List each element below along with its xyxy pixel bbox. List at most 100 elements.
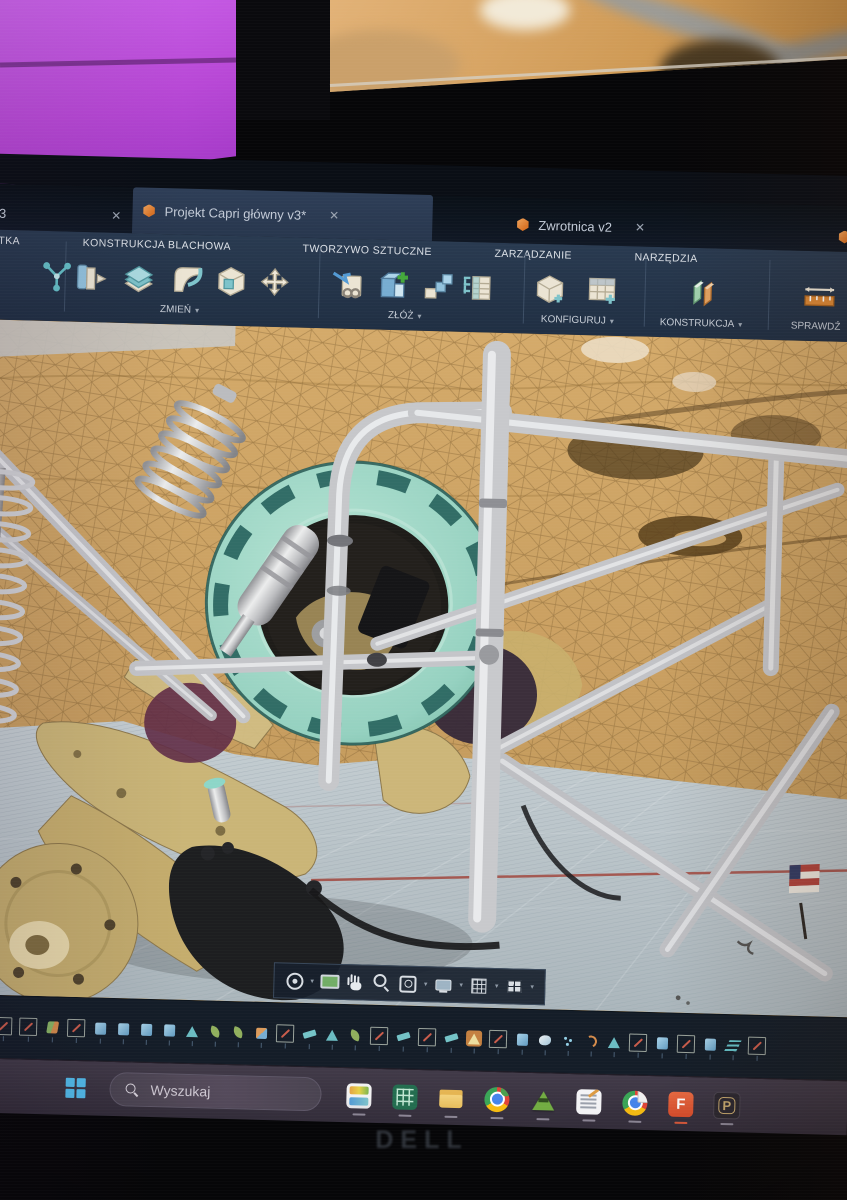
tab-label: v3 bbox=[0, 205, 6, 220]
body-feature[interactable] bbox=[654, 1035, 670, 1051]
body-feature[interactable] bbox=[138, 1022, 154, 1038]
orbit-icon[interactable] bbox=[283, 969, 306, 992]
clay-feature[interactable] bbox=[537, 1032, 553, 1048]
taskbar-calculator-icon[interactable] bbox=[391, 1083, 419, 1111]
sketch-feature[interactable] bbox=[276, 1024, 294, 1042]
ribbon-tab-siatka[interactable]: ATKA bbox=[0, 235, 20, 248]
leaf-feature[interactable] bbox=[207, 1023, 223, 1039]
pan-hand-icon[interactable] bbox=[345, 971, 368, 994]
render-highlight bbox=[480, 0, 570, 30]
sketch-feature[interactable] bbox=[67, 1019, 85, 1037]
close-icon[interactable]: ✕ bbox=[111, 209, 121, 223]
zloz-dropdown[interactable]: ZŁÓŻ▾ bbox=[388, 310, 422, 322]
step-tool-icon[interactable] bbox=[418, 265, 459, 308]
sketch-feature[interactable] bbox=[19, 1018, 37, 1036]
taskbar-file-explorer-icon[interactable] bbox=[437, 1084, 465, 1112]
add-body-tool-icon[interactable] bbox=[374, 264, 415, 307]
konfiguruj-dropdown[interactable]: KONFIGURUJ▾ bbox=[541, 314, 614, 327]
look-at-icon[interactable] bbox=[319, 970, 342, 993]
konstrukcja-dropdown[interactable]: KONSTRUKCJA▾ bbox=[660, 317, 743, 330]
dots-feature[interactable] bbox=[560, 1033, 576, 1049]
layered-sheet-tool-icon[interactable] bbox=[118, 257, 159, 300]
bom-table-tool-icon[interactable] bbox=[456, 266, 497, 309]
slab-feature[interactable] bbox=[395, 1028, 411, 1044]
ribbon-separator bbox=[644, 257, 647, 327]
configure-table-tool-icon[interactable] bbox=[582, 269, 623, 312]
construction-panels-tool-icon[interactable] bbox=[684, 272, 725, 315]
document-cube-icon bbox=[838, 230, 847, 243]
sketch-feature[interactable] bbox=[748, 1037, 766, 1055]
cone-feature[interactable] bbox=[324, 1027, 340, 1043]
zoom-magnifier-icon[interactable] bbox=[371, 972, 394, 995]
hook-feature[interactable] bbox=[583, 1033, 599, 1049]
cube-hole-tool-icon[interactable] bbox=[210, 259, 251, 302]
viewports-icon[interactable] bbox=[503, 975, 526, 998]
measure-tool-icon[interactable] bbox=[799, 275, 840, 318]
body-feature[interactable] bbox=[702, 1036, 718, 1052]
ribbon-separator bbox=[768, 260, 771, 330]
windows-start-icon[interactable] bbox=[65, 1078, 86, 1099]
component-feature[interactable] bbox=[44, 1019, 60, 1035]
zmien-dropdown[interactable]: ZMIEŃ▾ bbox=[160, 304, 199, 316]
ribbon-tab-zarzadzanie[interactable]: ZARZĄDZANIE bbox=[494, 248, 572, 262]
body-feature[interactable] bbox=[161, 1022, 177, 1038]
import-part-tool-icon[interactable] bbox=[327, 262, 368, 305]
cone-feature[interactable] bbox=[606, 1034, 622, 1050]
chevron-down-icon[interactable]: ▾ bbox=[530, 983, 534, 991]
ribbon-separator bbox=[523, 254, 526, 324]
taskbar-document-editor-icon[interactable] bbox=[575, 1088, 603, 1116]
document-tab-active[interactable]: Projekt Capri główny v3* ✕ bbox=[132, 187, 433, 241]
leaf-feature[interactable] bbox=[347, 1027, 363, 1043]
viewport-3d[interactable]: ▾ ▾ ▾ ▾ ▾ bbox=[0, 319, 847, 1017]
body-feature[interactable] bbox=[115, 1021, 131, 1037]
chevron-down-icon[interactable]: ▾ bbox=[459, 981, 463, 989]
grid-snap-icon[interactable] bbox=[468, 974, 491, 997]
tab-label: Zwrotnica v2 bbox=[538, 217, 612, 234]
sketch-feature[interactable] bbox=[629, 1034, 647, 1052]
sketch-feature[interactable] bbox=[489, 1030, 507, 1048]
taskbar-dark-p-app-icon[interactable]: P bbox=[713, 1091, 741, 1119]
taskbar-search[interactable] bbox=[109, 1072, 322, 1112]
body-feature[interactable] bbox=[514, 1032, 530, 1048]
sketch-feature[interactable] bbox=[677, 1035, 695, 1053]
taskbar-orange-f-app-icon[interactable]: F bbox=[667, 1090, 695, 1118]
upper-screen-render bbox=[330, 0, 847, 92]
zigzag-feature[interactable] bbox=[725, 1037, 741, 1053]
zmien-label: ZMIEŃ bbox=[160, 304, 191, 316]
taskbar-chrome-alt-icon[interactable] bbox=[621, 1089, 649, 1117]
taskbar-green-triangle-app-icon[interactable] bbox=[529, 1086, 557, 1114]
bend-tool-icon[interactable] bbox=[166, 258, 207, 301]
ribbon-separator bbox=[318, 248, 321, 318]
chevron-down-icon: ▾ bbox=[417, 312, 421, 321]
body-feature[interactable] bbox=[92, 1020, 108, 1036]
ribbon-tab-tworzywo-sztuczne[interactable]: TWORZYWO SZTUCZNE bbox=[302, 243, 432, 258]
ribbon-tab-narzedzia[interactable]: NARZĘDZIA bbox=[634, 251, 697, 265]
close-icon[interactable]: ✕ bbox=[329, 208, 339, 222]
move-tool-icon[interactable] bbox=[254, 260, 295, 303]
flange-tool-icon[interactable] bbox=[70, 256, 111, 299]
cone-feature[interactable] bbox=[184, 1023, 200, 1039]
sketch-feature[interactable] bbox=[418, 1028, 436, 1046]
search-input[interactable] bbox=[148, 1081, 292, 1103]
sketch-feature[interactable] bbox=[370, 1027, 388, 1045]
chevron-down-icon[interactable]: ▾ bbox=[495, 982, 499, 990]
chevron-down-icon: ▾ bbox=[738, 320, 742, 329]
fit-view-icon[interactable] bbox=[397, 972, 420, 995]
box-feature[interactable] bbox=[253, 1025, 269, 1041]
mesh-partial-tool-icon[interactable] bbox=[0, 253, 15, 296]
taskbar-chrome-icon[interactable] bbox=[483, 1085, 511, 1113]
chevron-down-icon[interactable]: ▾ bbox=[310, 977, 314, 985]
close-icon[interactable]: ✕ bbox=[635, 220, 645, 234]
slab-feature[interactable] bbox=[443, 1030, 459, 1046]
konfiguruj-label: KONFIGURUJ bbox=[541, 314, 606, 327]
sprawdz-dropdown[interactable]: SPRAWDŹ bbox=[791, 321, 841, 333]
cone-feature[interactable] bbox=[466, 1030, 482, 1046]
chevron-down-icon[interactable]: ▾ bbox=[424, 980, 428, 988]
leaf-feature[interactable] bbox=[230, 1024, 246, 1040]
sketch-feature[interactable] bbox=[0, 1017, 12, 1035]
ribbon-tab-konstrukcja-blachowa[interactable]: KONSTRUKCJA BLACHOWA bbox=[83, 237, 231, 253]
display-settings-icon[interactable] bbox=[432, 973, 455, 996]
taskbar-photos-icon[interactable] bbox=[345, 1082, 373, 1110]
configure-part-tool-icon[interactable] bbox=[530, 268, 571, 311]
slab-feature[interactable] bbox=[301, 1026, 317, 1042]
